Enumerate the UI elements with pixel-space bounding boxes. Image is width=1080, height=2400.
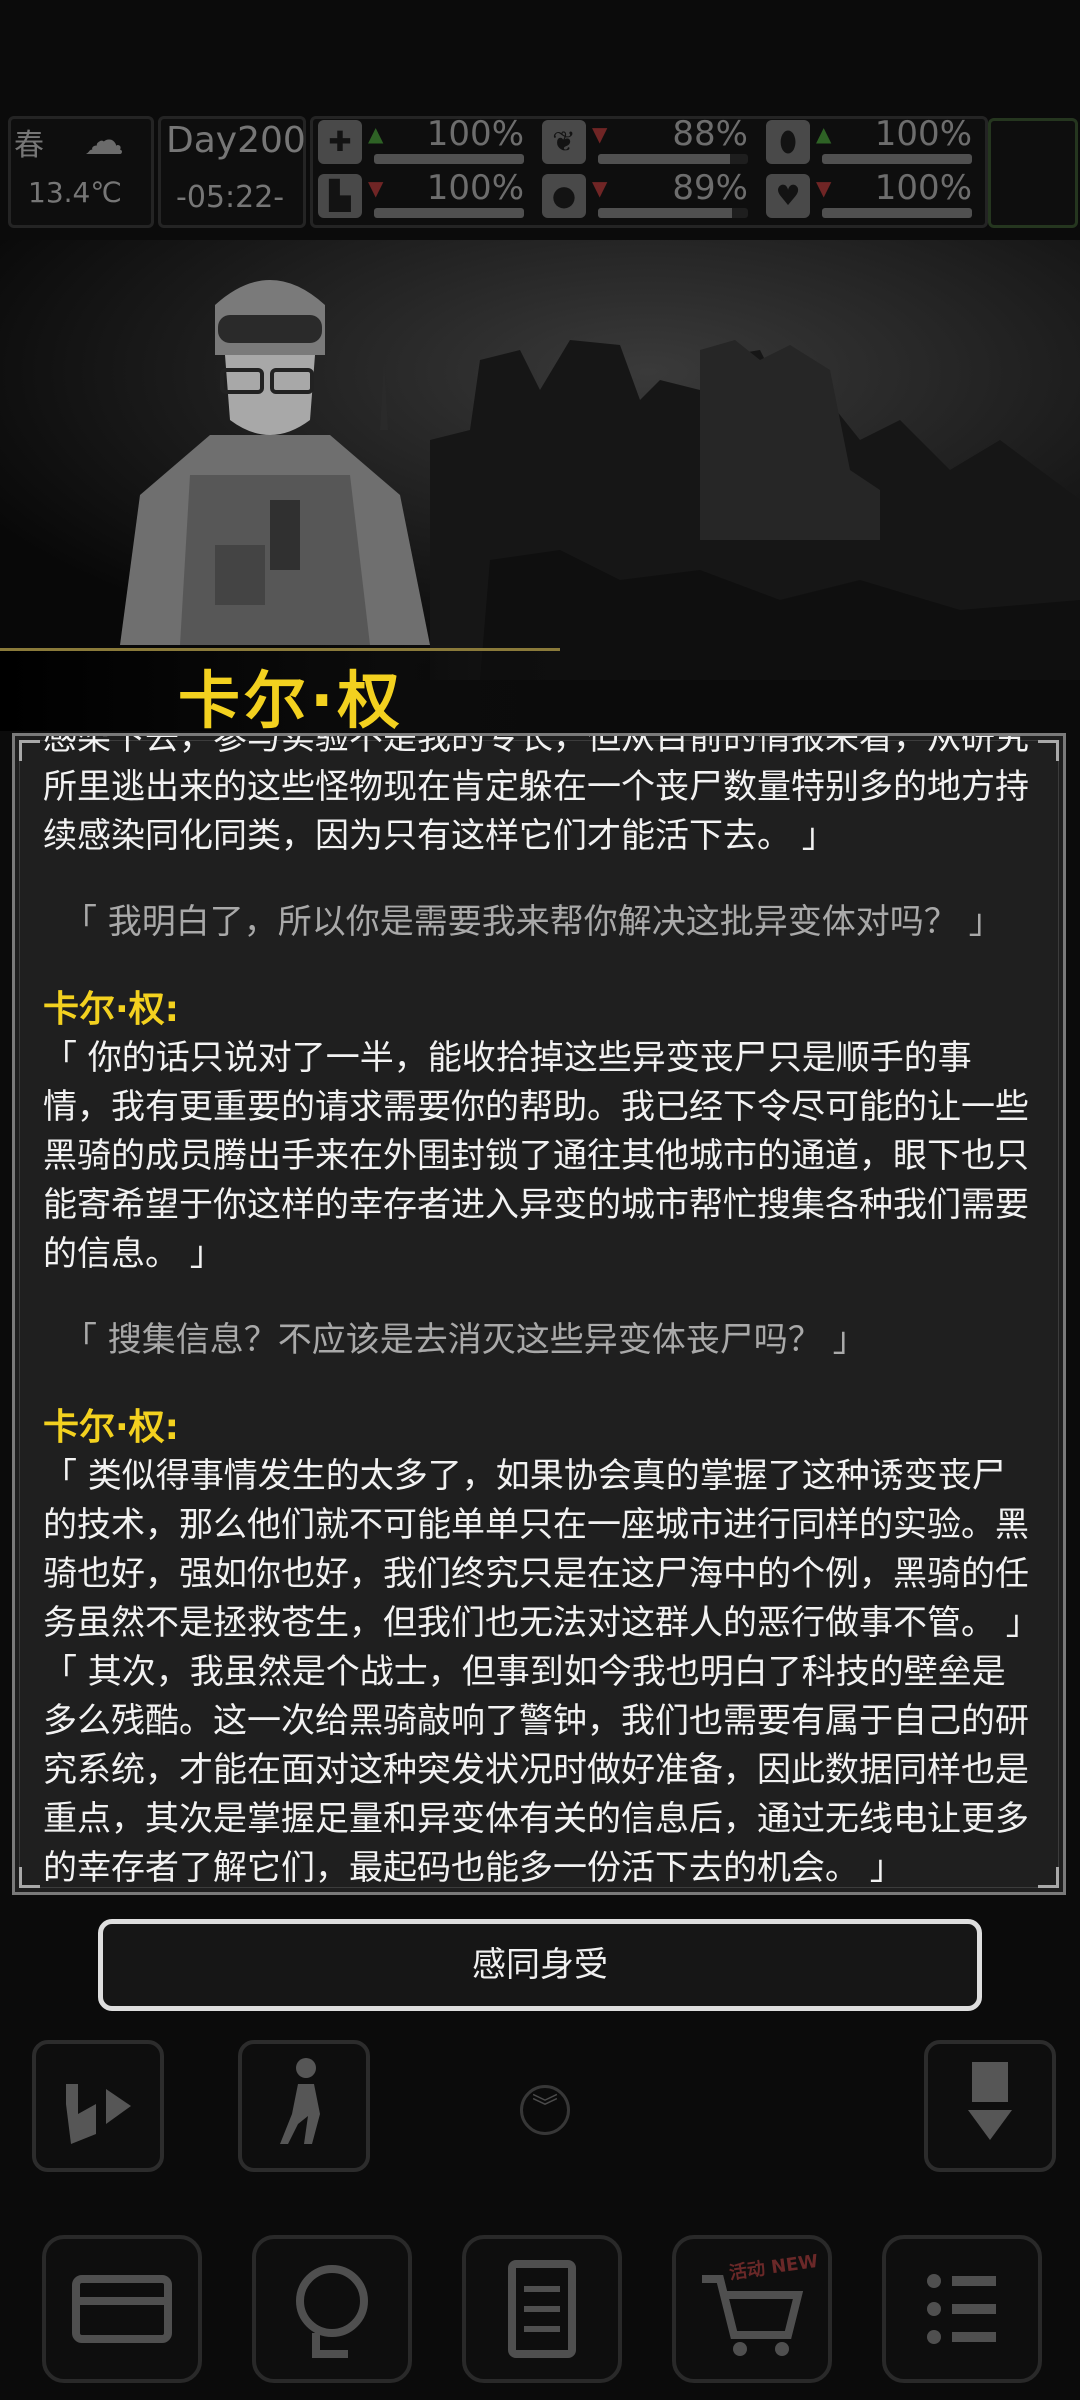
map-button[interactable] xyxy=(988,118,1078,228)
page-indicator: ︾ xyxy=(420,2085,670,2135)
stomach-icon: ❦ xyxy=(542,120,586,164)
stat-bar-fill xyxy=(822,154,972,164)
stat-value: 88% xyxy=(672,114,748,154)
list-menu-icon xyxy=(927,2274,996,2344)
stat-bar xyxy=(374,154,524,164)
stat-bar-fill xyxy=(822,208,972,218)
season-label: 春 xyxy=(14,128,44,163)
soldier-portrait xyxy=(120,280,430,645)
dialogue-text: 感染下去，参与实验不是我的专长，但从目前的情报来看，从研究所里逃出来的这些怪物现… xyxy=(43,733,1040,1892)
stat-bar xyxy=(822,208,972,218)
stat-value: 89% xyxy=(672,168,748,208)
dialogue-panel[interactable]: 感染下去，参与实验不是我的专长，但从目前的情报来看，从研究所里逃出来的这些怪物现… xyxy=(12,733,1066,1895)
status-hud: 春 ☁ 13.4℃ Day200 -05:22- ✚ ▲ 100% ❦ ▼ 88% ⬮ ▲ 10… xyxy=(0,110,1080,230)
stat-value: 100% xyxy=(426,168,524,208)
player-reply: 「 搜集信息？不应该是去消灭这些异变体丧尸吗？ 」 xyxy=(63,1320,867,1360)
stat-value: 100% xyxy=(426,114,524,154)
player-reply: 「 我明白了，所以你是需要我来帮你解决这批异变体对吗？ 」 xyxy=(63,902,1003,942)
journal-button[interactable] xyxy=(462,2235,622,2383)
choice-button[interactable]: 感同身受 xyxy=(98,1919,982,2011)
speaker-name: 卡尔·权 xyxy=(178,664,404,737)
stat-bar xyxy=(374,208,524,218)
scroll-button[interactable] xyxy=(924,2040,1056,2172)
dialogue-paragraph: 「 你的话只说对了一半，能收拾掉这些异变丧尸只是顺手的事情，我有更重要的请求需要… xyxy=(43,1038,1029,1274)
stat-bar-fill xyxy=(374,208,524,218)
speaker-label: 卡尔·权: xyxy=(43,989,180,1030)
shop-button[interactable]: 活动 NEW xyxy=(672,2235,832,2383)
stat-bar xyxy=(598,208,748,218)
time-label: -05:22- xyxy=(176,180,285,215)
panel-corner xyxy=(19,740,40,761)
vertical-arrows-icon xyxy=(968,2062,1012,2140)
boot-icon: ▙ xyxy=(318,174,362,218)
stat-bar xyxy=(598,154,748,164)
stat-bar-fill xyxy=(598,154,730,164)
stat-bar-fill xyxy=(598,208,732,218)
stat-bar xyxy=(822,154,972,164)
cloud-icon: ☁ xyxy=(84,118,124,164)
interact-button[interactable] xyxy=(32,2040,164,2172)
stat-value: 100% xyxy=(874,168,972,208)
temperature-label: 13.4℃ xyxy=(28,176,122,209)
water-drop-icon: ● xyxy=(542,174,586,218)
storage-chest-button[interactable] xyxy=(42,2235,202,2383)
notebook-icon xyxy=(508,2260,576,2358)
pill-icon: ⬮ xyxy=(766,120,810,164)
menu-button[interactable] xyxy=(882,2235,1042,2383)
stat-bar-fill xyxy=(374,154,524,164)
heart-icon: ♥ xyxy=(766,174,810,218)
stat-value: 100% xyxy=(874,114,972,154)
panel-corner xyxy=(1038,1867,1059,1888)
brain-head-icon xyxy=(296,2265,368,2358)
speaker-label: 卡尔·权: xyxy=(43,1407,180,1448)
walk-button[interactable] xyxy=(238,2040,370,2172)
panel-corner xyxy=(1038,740,1059,761)
skills-button[interactable] xyxy=(252,2235,412,2383)
dialogue-paragraph: 「 其次，我虽然是个战士，但事到如今我也明白了科技的壁垒是多么残酷。这一次给黑骑… xyxy=(43,1652,1029,1888)
hand-pointer-icon xyxy=(66,2084,131,2144)
chest-icon xyxy=(72,2275,172,2343)
dialogue-paragraph: 感染下去，参与实验不是我的专长，但从目前的情报来看，从研究所里逃出来的这些怪物现… xyxy=(43,733,1029,856)
chevron-down-icon[interactable]: ︾ xyxy=(520,2085,570,2135)
dialogue-paragraph: 「 类似得事情发生的太多了，如果协会真的掌握了这种诱变丧尸的技术，那么他们就不可… xyxy=(43,1456,1040,1643)
day-label: Day200 xyxy=(166,120,306,161)
medkit-icon: ✚ xyxy=(318,120,362,164)
walking-person-icon xyxy=(280,2058,320,2144)
panel-corner xyxy=(19,1867,40,1888)
